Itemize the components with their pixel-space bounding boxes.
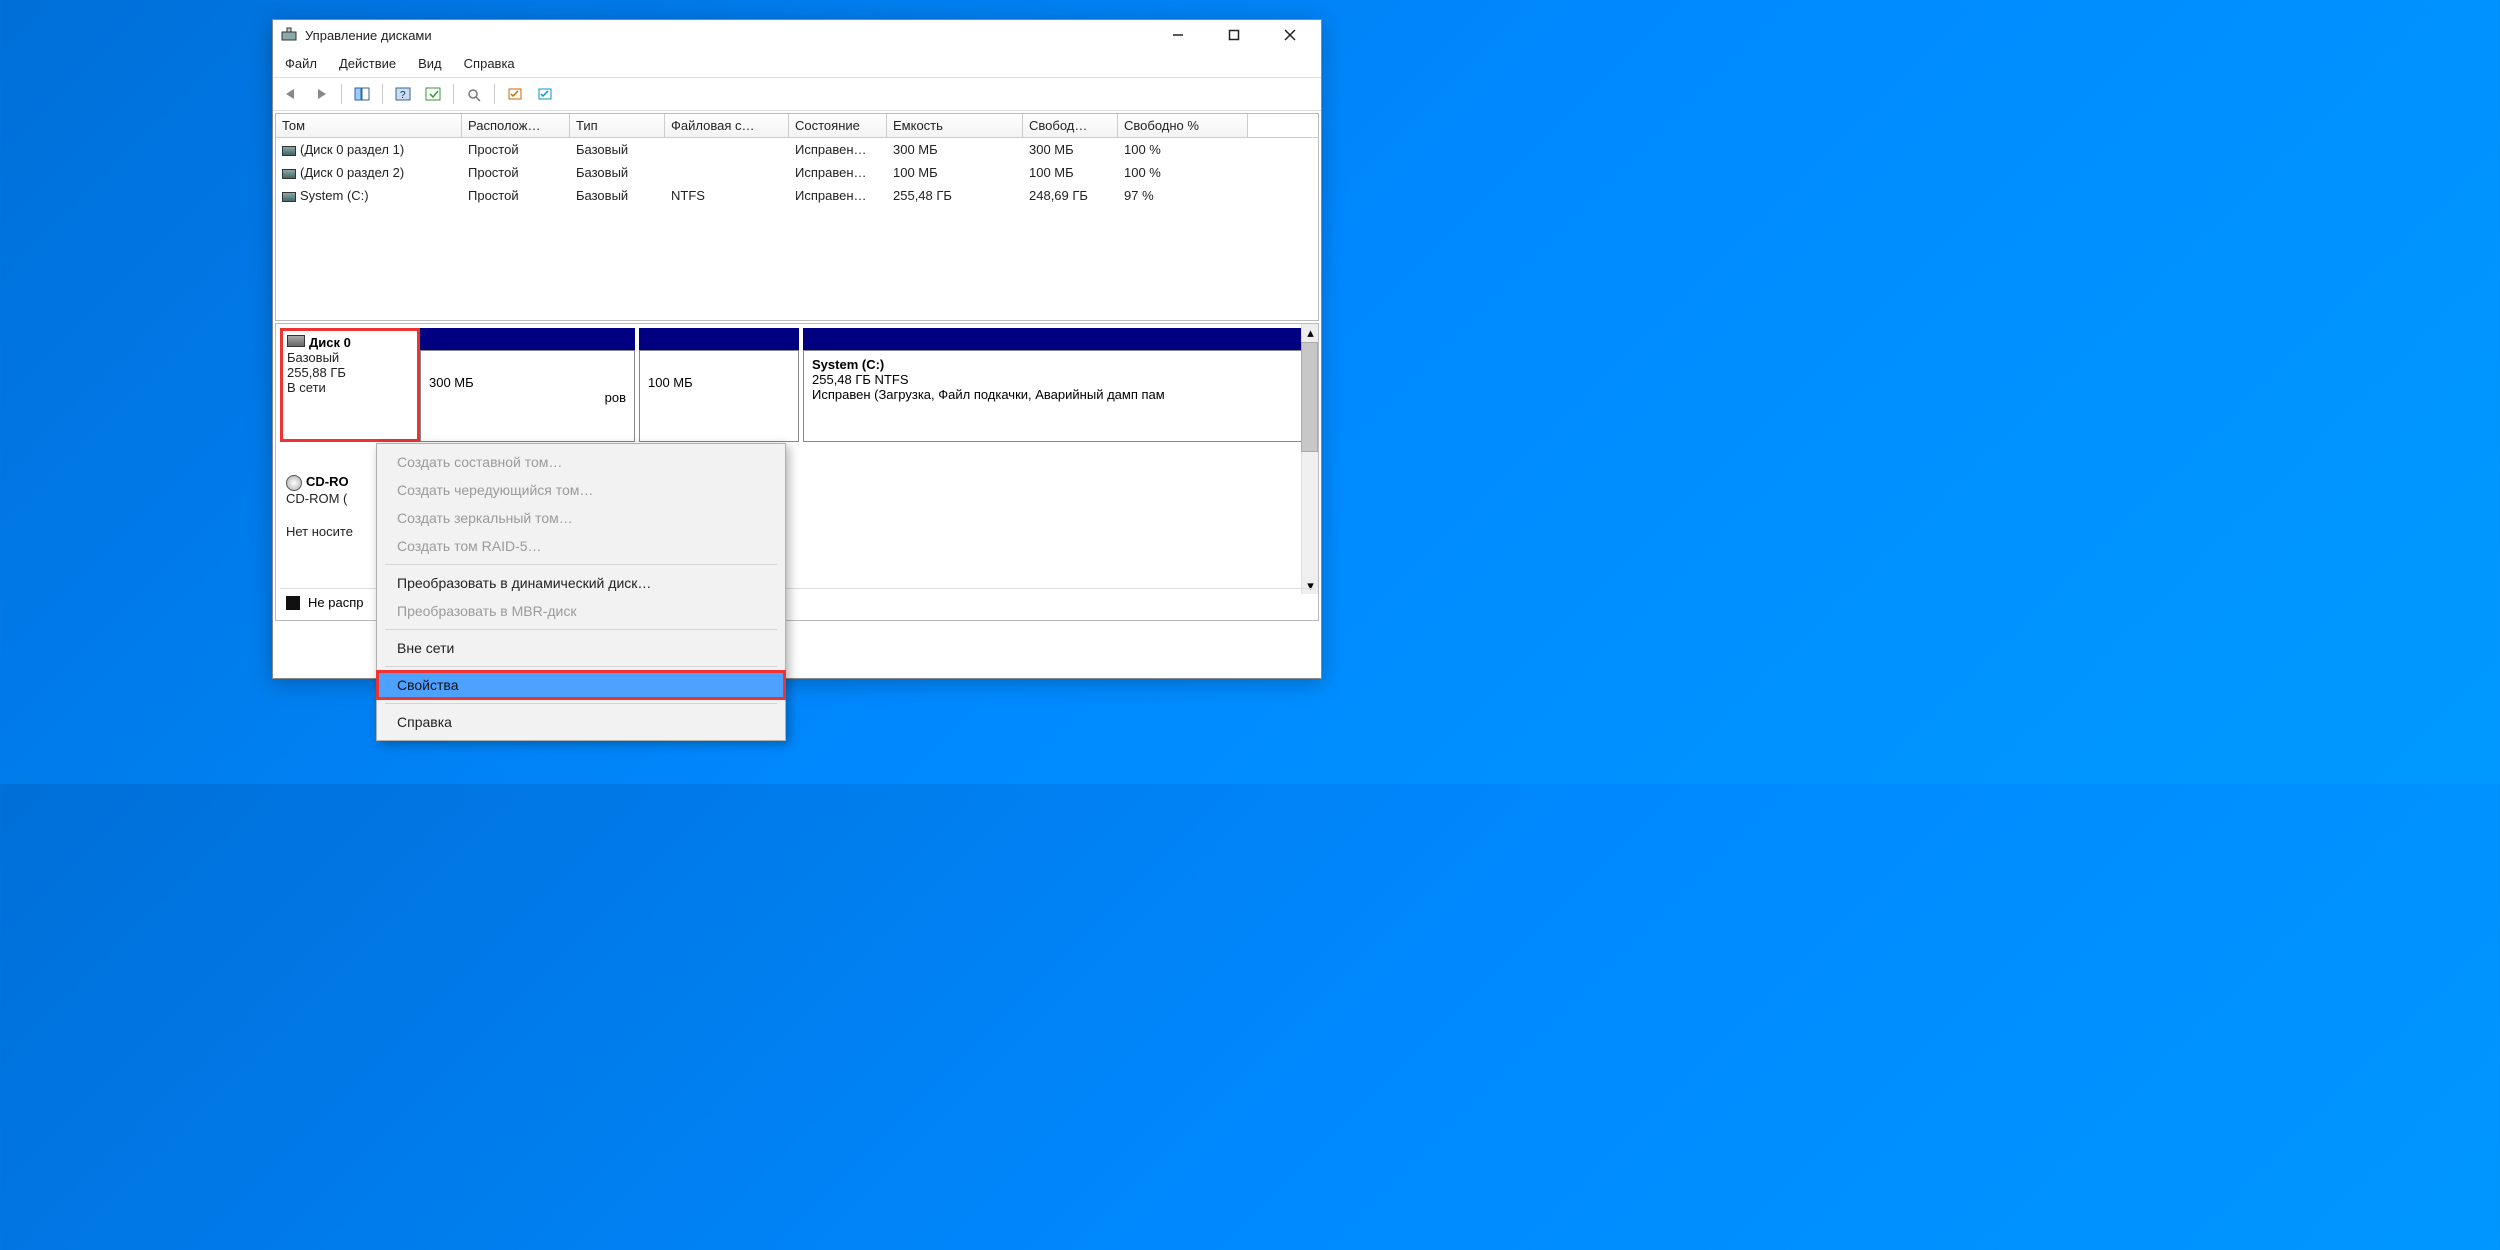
menubar: Файл Действие Вид Справка xyxy=(273,50,1321,77)
volumes-pane: Том Располож… Тип Файловая с… Состояние … xyxy=(275,113,1319,321)
minimize-button[interactable] xyxy=(1161,25,1195,45)
toolbar: ? xyxy=(273,77,1321,111)
ctx-help[interactable]: Справка xyxy=(377,708,785,736)
back-button[interactable] xyxy=(279,82,303,106)
ctx-properties[interactable]: Свойства xyxy=(377,671,785,699)
partition-1[interactable]: 300 МБ ров xyxy=(420,350,635,442)
volume-row[interactable]: (Диск 0 раздел 2) Простой Базовый Исправ… xyxy=(276,161,1318,184)
col-freepct[interactable]: Свободно % xyxy=(1118,114,1248,137)
menu-action[interactable]: Действие xyxy=(335,54,400,73)
scroll-up-icon[interactable]: ▴ xyxy=(1302,324,1319,341)
volume-icon xyxy=(282,169,296,179)
col-free[interactable]: Свобод… xyxy=(1023,114,1118,137)
col-capacity[interactable]: Емкость xyxy=(887,114,1023,137)
col-type[interactable]: Тип xyxy=(570,114,665,137)
ctx-create-striped[interactable]: Создать чередующийся том… xyxy=(377,476,785,504)
context-menu: Создать составной том… Создать чередующи… xyxy=(376,443,786,741)
ctx-convert-dynamic[interactable]: Преобразовать в динамический диск… xyxy=(377,569,785,597)
volume-row[interactable]: System (C:) Простой Базовый NTFS Исправе… xyxy=(276,184,1318,207)
ctx-create-raid5[interactable]: Создать том RAID-5… xyxy=(377,532,785,560)
menu-help[interactable]: Справка xyxy=(460,54,519,73)
rescan-icon[interactable] xyxy=(462,82,486,106)
help-icon[interactable]: ? xyxy=(391,82,415,106)
menu-view[interactable]: Вид xyxy=(414,54,446,73)
scroll-thumb[interactable] xyxy=(1301,342,1318,452)
ctx-create-mirror[interactable]: Создать зеркальный том… xyxy=(377,504,785,532)
partition-2[interactable]: 100 МБ xyxy=(639,350,799,442)
window-title: Управление дисками xyxy=(305,28,1161,43)
titlebar[interactable]: Управление дисками xyxy=(273,20,1321,50)
show-hide-tree-icon[interactable] xyxy=(350,82,374,106)
volumes-header[interactable]: Том Располож… Тип Файловая с… Состояние … xyxy=(276,114,1318,138)
col-fs[interactable]: Файловая с… xyxy=(665,114,789,137)
col-state[interactable]: Состояние xyxy=(789,114,887,137)
forward-button[interactable] xyxy=(309,82,333,106)
menu-file[interactable]: Файл xyxy=(281,54,321,73)
ctx-convert-mbr[interactable]: Преобразовать в MBR-диск xyxy=(377,597,785,625)
partition-system-c[interactable]: System (C:) 255,48 ГБ NTFS Исправен (Заг… xyxy=(803,350,1312,442)
col-layout[interactable]: Располож… xyxy=(462,114,570,137)
refresh-icon[interactable] xyxy=(421,82,445,106)
disks-scrollbar[interactable]: ▴ ▾ xyxy=(1301,324,1318,594)
maximize-button[interactable] xyxy=(1217,25,1251,45)
volume-icon xyxy=(282,146,296,156)
volume-row[interactable]: (Диск 0 раздел 1) Простой Базовый Исправ… xyxy=(276,138,1318,161)
legend-unallocated-label: Не распр xyxy=(308,595,363,610)
col-volume[interactable]: Том xyxy=(276,114,462,137)
app-icon xyxy=(281,27,297,43)
ctx-offline[interactable]: Вне сети xyxy=(377,634,785,662)
settings-icon-2[interactable] xyxy=(533,82,557,106)
hdd-icon xyxy=(287,335,305,347)
ctx-create-spanned[interactable]: Создать составной том… xyxy=(377,448,785,476)
cdrom-icon xyxy=(286,475,302,491)
legend-unallocated-swatch xyxy=(286,596,300,610)
disk-0-info[interactable]: Диск 0 Базовый 255,88 ГБ В сети xyxy=(280,328,420,442)
volume-icon xyxy=(282,192,296,202)
svg-text:?: ? xyxy=(400,90,406,101)
settings-icon-1[interactable] xyxy=(503,82,527,106)
close-button[interactable] xyxy=(1273,25,1307,45)
